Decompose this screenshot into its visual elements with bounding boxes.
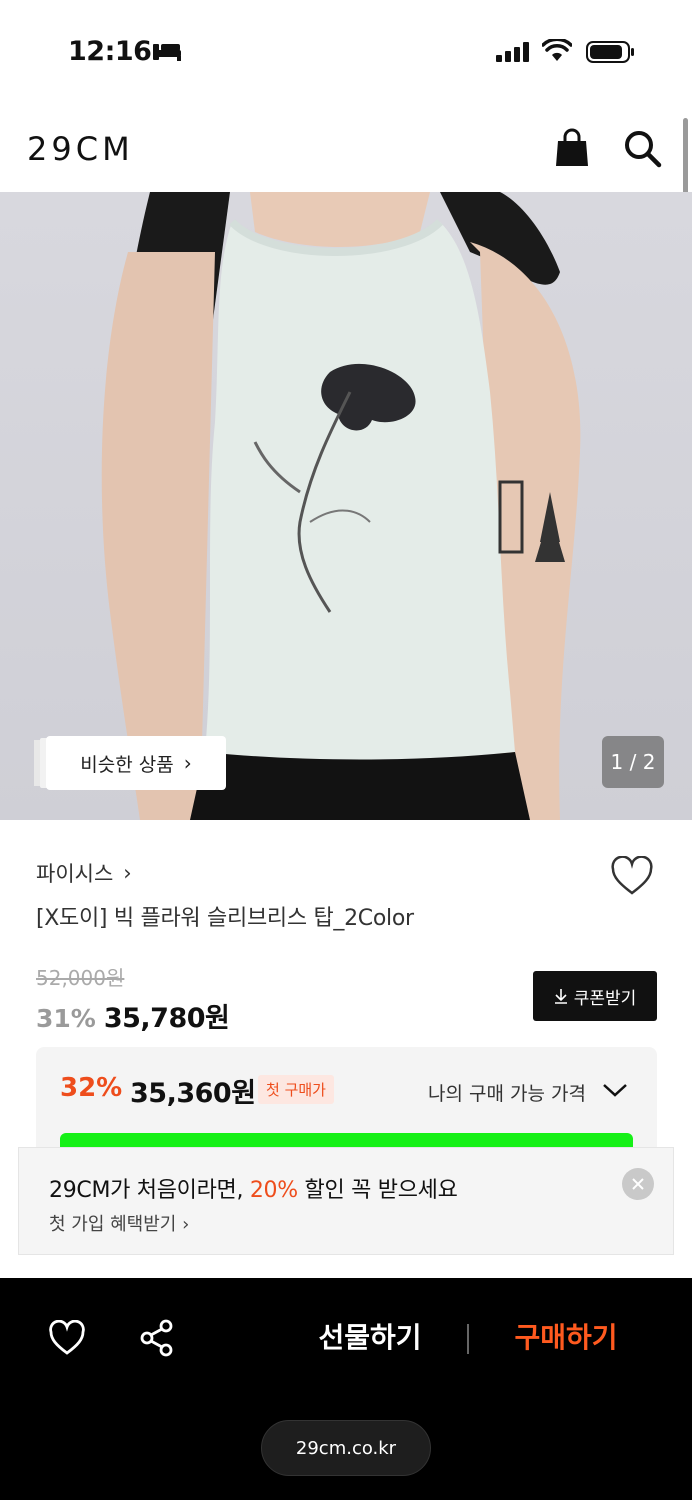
- banner-title-text-end: 할인 꼭 받으세요: [297, 1178, 458, 1203]
- banner-title-text: 29CM가 처음이라면,: [49, 1178, 250, 1203]
- first-purchase-badge: 첫 구매가: [258, 1075, 334, 1104]
- discount-percent: 31%: [36, 1004, 96, 1033]
- shopping-bag-icon[interactable]: [554, 128, 590, 168]
- share-icon[interactable]: [138, 1318, 176, 1358]
- close-icon[interactable]: [622, 1168, 654, 1200]
- brand-name: 파이시스: [36, 862, 114, 886]
- status-bar: 12:16: [0, 0, 692, 100]
- sale-price: 35,780원: [103, 1003, 230, 1034]
- original-price: 52,000원: [36, 966, 125, 990]
- coupon-label: 쿠폰받기: [573, 988, 637, 1009]
- signup-banner[interactable]: 29CM가 처음이라면, 20% 할인 꼭 받으세요 첫 가입 혜택받기 ›: [18, 1147, 674, 1255]
- coupon-button[interactable]: 쿠폰받기: [533, 971, 657, 1021]
- chevron-right-icon: ›: [183, 751, 192, 775]
- wifi-icon: [542, 39, 572, 61]
- my-discount-percent: 32%: [60, 1073, 123, 1103]
- my-price-label: 나의 구매 가능 가격: [428, 1083, 586, 1105]
- bottom-action-bar: 선물하기 구매하기 29cm.co.kr: [0, 1278, 692, 1500]
- bed-icon: [153, 44, 181, 61]
- similar-products-button[interactable]: 비슷한 상품 ›: [46, 736, 226, 790]
- brand-link[interactable]: 파이시스 ›: [36, 858, 132, 888]
- product-image-carousel[interactable]: 비슷한 상품 › 1 / 2: [0, 192, 692, 820]
- status-time: 12:16: [68, 36, 152, 67]
- cellular-signal-icon: [496, 42, 529, 62]
- chevron-down-icon[interactable]: [602, 1081, 628, 1099]
- search-icon[interactable]: [622, 128, 662, 168]
- chevron-right-icon: ›: [123, 861, 132, 885]
- gift-button[interactable]: 선물하기: [300, 1316, 440, 1360]
- browser-url-pill[interactable]: 29cm.co.kr: [261, 1420, 431, 1476]
- product-page: 12:16 29CM 비슷한 상품 › 1 / 2 파이시스 › [X도이] 빅…: [0, 0, 692, 1500]
- similar-products-label: 비슷한 상품: [80, 753, 174, 776]
- image-counter: 1 / 2: [602, 736, 664, 788]
- banner-highlight: 20%: [249, 1178, 298, 1203]
- logo[interactable]: 29CM: [27, 130, 134, 168]
- download-icon: [554, 989, 567, 1004]
- buy-button[interactable]: 구매하기: [496, 1316, 636, 1360]
- wishlist-heart-icon[interactable]: [48, 1320, 86, 1356]
- product-name: [X도이] 빅 플라워 슬리브리스 탑_2Color: [36, 906, 414, 931]
- heart-icon[interactable]: [610, 856, 654, 896]
- signup-benefit-link[interactable]: 첫 가입 혜택받기 ›: [49, 1210, 189, 1236]
- battery-icon: [586, 41, 634, 63]
- my-price: 35,360원: [130, 1078, 256, 1109]
- banner-title: 29CM가 처음이라면, 20% 할인 꼭 받으세요: [49, 1172, 458, 1204]
- product-photo: [101, 192, 581, 820]
- divider: [467, 1324, 469, 1354]
- sale-price-row: 31% 35,780원: [36, 996, 230, 1035]
- app-header: 29CM: [0, 100, 692, 192]
